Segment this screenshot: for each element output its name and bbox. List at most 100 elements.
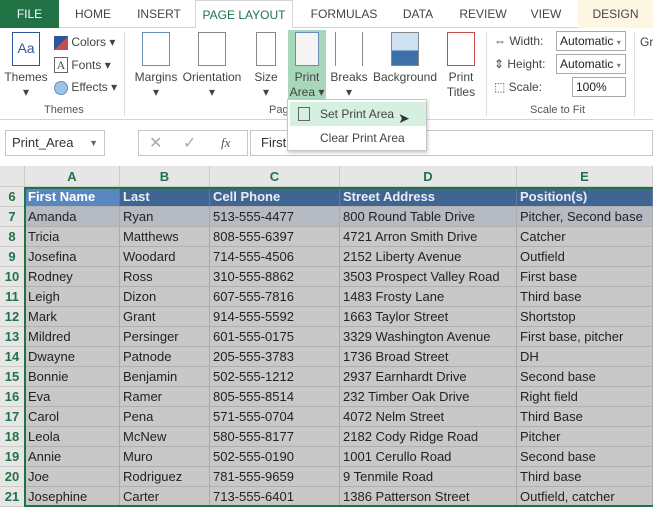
table-cell[interactable]: Pitcher, Second base: [517, 207, 653, 227]
table-cell[interactable]: 513-555-4477: [210, 207, 340, 227]
table-cell[interactable]: Catcher: [517, 227, 653, 247]
row-header[interactable]: 13: [0, 327, 25, 347]
row-header[interactable]: 10: [0, 267, 25, 287]
table-header-cell[interactable]: Last: [120, 187, 210, 207]
table-cell[interactable]: 601-555-0175: [210, 327, 340, 347]
table-cell[interactable]: Grant: [120, 307, 210, 327]
themes-button[interactable]: Aa Themes ▾: [4, 32, 48, 100]
table-cell[interactable]: 800 Round Table Drive: [340, 207, 517, 227]
width-select[interactable]: Automatic ▾: [556, 31, 626, 51]
table-cell[interactable]: Outfield, catcher: [517, 487, 653, 507]
table-cell[interactable]: 805-555-8514: [210, 387, 340, 407]
table-cell[interactable]: Pitcher: [517, 427, 653, 447]
table-cell[interactable]: 4072 Nelm Street: [340, 407, 517, 427]
table-cell[interactable]: 1386 Patterson Street: [340, 487, 517, 507]
table-cell[interactable]: 1663 Taylor Street: [340, 307, 517, 327]
tab-file[interactable]: FILE: [0, 0, 59, 28]
table-cell[interactable]: 914-555-5592: [210, 307, 340, 327]
table-cell[interactable]: Third Base: [517, 407, 653, 427]
tab-view[interactable]: VIEW: [522, 0, 570, 28]
row-header[interactable]: 6: [0, 187, 25, 207]
table-cell[interactable]: 9 Tenmile Road: [340, 467, 517, 487]
row-header[interactable]: 14: [0, 347, 25, 367]
table-cell[interactable]: 2182 Cody Ridge Road: [340, 427, 517, 447]
column-header-b[interactable]: B: [120, 166, 210, 187]
tab-home[interactable]: HOME: [62, 0, 124, 28]
table-cell[interactable]: First base, pitcher: [517, 327, 653, 347]
table-cell[interactable]: Woodard: [120, 247, 210, 267]
table-cell[interactable]: Muro: [120, 447, 210, 467]
table-cell[interactable]: Josephine: [25, 487, 120, 507]
table-cell[interactable]: Amanda: [25, 207, 120, 227]
row-header[interactable]: 19: [0, 447, 25, 467]
table-cell[interactable]: Ross: [120, 267, 210, 287]
table-header-cell[interactable]: Position(s): [517, 187, 653, 207]
menu-set-print-area[interactable]: Set Print Area ➤: [290, 102, 426, 126]
table-cell[interactable]: Third base: [517, 467, 653, 487]
table-cell[interactable]: Carter: [120, 487, 210, 507]
table-cell[interactable]: Leola: [25, 427, 120, 447]
column-header-e[interactable]: E: [517, 166, 653, 187]
row-header[interactable]: 17: [0, 407, 25, 427]
row-header[interactable]: 7: [0, 207, 25, 227]
table-cell[interactable]: Bonnie: [25, 367, 120, 387]
column-header-c[interactable]: C: [210, 166, 340, 187]
table-cell[interactable]: Joe: [25, 467, 120, 487]
table-cell[interactable]: Ramer: [120, 387, 210, 407]
table-cell[interactable]: 4721 Arron Smith Drive: [340, 227, 517, 247]
tab-review[interactable]: REVIEW: [452, 0, 514, 28]
table-cell[interactable]: Leigh: [25, 287, 120, 307]
table-cell[interactable]: 580-555-8177: [210, 427, 340, 447]
orientation-button[interactable]: Orientation ▾: [182, 32, 242, 100]
table-cell[interactable]: 205-555-3783: [210, 347, 340, 367]
table-cell[interactable]: 1001 Cerullo Road: [340, 447, 517, 467]
table-cell[interactable]: Benjamin: [120, 367, 210, 387]
name-box[interactable]: Print_Area ▼: [5, 130, 105, 156]
table-cell[interactable]: 713-555-6401: [210, 487, 340, 507]
table-cell[interactable]: Right field: [517, 387, 653, 407]
table-cell[interactable]: 502-555-0190: [210, 447, 340, 467]
table-cell[interactable]: 714-555-4506: [210, 247, 340, 267]
table-cell[interactable]: Mildred: [25, 327, 120, 347]
print-area-button[interactable]: Print Area ▾: [288, 30, 326, 100]
table-cell[interactable]: Rodney: [25, 267, 120, 287]
table-cell[interactable]: Josefina: [25, 247, 120, 267]
table-cell[interactable]: Ryan: [120, 207, 210, 227]
row-header[interactable]: 18: [0, 427, 25, 447]
table-cell[interactable]: DH: [517, 347, 653, 367]
table-cell[interactable]: 3503 Prospect Valley Road: [340, 267, 517, 287]
tab-formulas[interactable]: FORMULAS: [300, 0, 388, 28]
table-cell[interactable]: Third base: [517, 287, 653, 307]
tab-design[interactable]: DESIGN: [578, 0, 653, 28]
table-cell[interactable]: 808-555-6397: [210, 227, 340, 247]
row-header[interactable]: 8: [0, 227, 25, 247]
table-cell[interactable]: Dwayne: [25, 347, 120, 367]
table-cell[interactable]: Carol: [25, 407, 120, 427]
colors-button[interactable]: Colors ▾: [54, 32, 115, 52]
row-header[interactable]: 16: [0, 387, 25, 407]
table-cell[interactable]: 2152 Liberty Avenue: [340, 247, 517, 267]
table-cell[interactable]: 232 Timber Oak Drive: [340, 387, 517, 407]
table-cell[interactable]: Persinger: [120, 327, 210, 347]
margins-button[interactable]: Margins ▾: [132, 32, 180, 100]
fonts-button[interactable]: A Fonts ▾: [54, 55, 111, 75]
tab-insert[interactable]: INSERT: [126, 0, 192, 28]
cancel-icon[interactable]: ✕: [149, 133, 162, 153]
table-cell[interactable]: 607-555-7816: [210, 287, 340, 307]
table-header-cell[interactable]: Cell Phone: [210, 187, 340, 207]
print-titles-button[interactable]: Print Titles: [444, 32, 478, 100]
table-header-cell[interactable]: Street Address: [340, 187, 517, 207]
row-header[interactable]: 12: [0, 307, 25, 327]
scale-stepper[interactable]: 100%: [572, 77, 626, 97]
effects-button[interactable]: Effects ▾: [54, 77, 117, 97]
menu-clear-print-area[interactable]: Clear Print Area: [290, 126, 426, 150]
table-cell[interactable]: Second base: [517, 367, 653, 387]
row-header[interactable]: 11: [0, 287, 25, 307]
table-cell[interactable]: McNew: [120, 427, 210, 447]
row-header[interactable]: 21: [0, 487, 25, 507]
table-cell[interactable]: 2937 Earnhardt Drive: [340, 367, 517, 387]
table-cell[interactable]: Mark: [25, 307, 120, 327]
row-header[interactable]: 15: [0, 367, 25, 387]
table-cell[interactable]: 571-555-0704: [210, 407, 340, 427]
table-cell[interactable]: Patnode: [120, 347, 210, 367]
